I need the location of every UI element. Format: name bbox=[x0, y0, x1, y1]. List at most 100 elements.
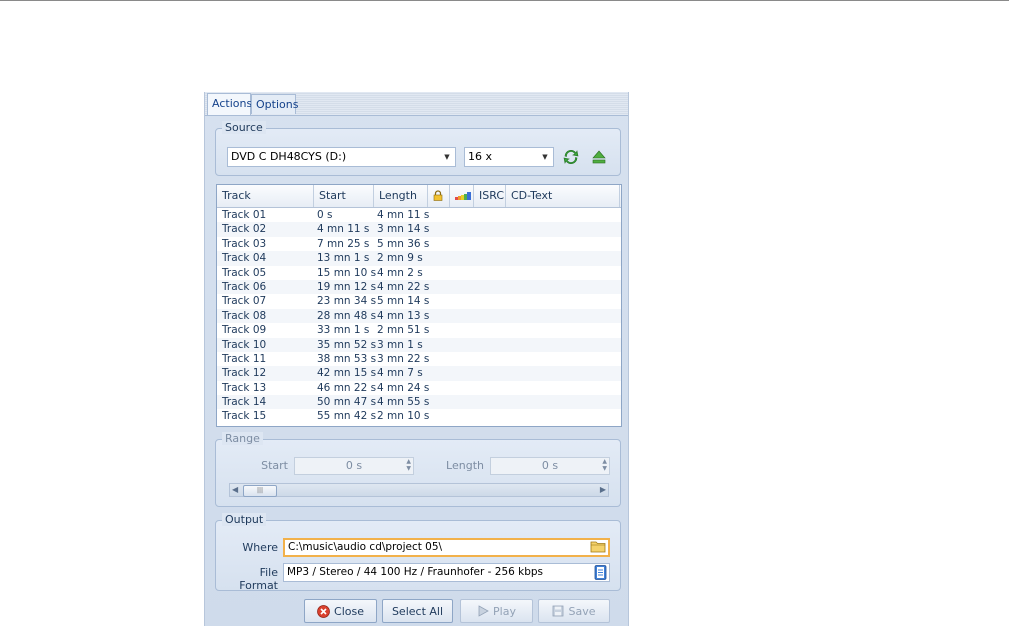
range-scrollbar[interactable]: ◀ ||| ▶ bbox=[229, 483, 609, 497]
table-row[interactable]: Track 02 4 mn 11 s 3 mn 14 s bbox=[217, 222, 621, 237]
volume-level-icon bbox=[455, 192, 471, 200]
table-row[interactable]: Track 15 55 mn 42 s2 mn 10 s bbox=[217, 409, 621, 423]
track-track-cell: Track 13 bbox=[222, 381, 267, 394]
save-button[interactable]: Save bbox=[538, 599, 610, 623]
track-track-cell: Track 03 bbox=[222, 237, 267, 250]
drive-select[interactable]: DVD C DH48CYS (D:) ▼ bbox=[227, 147, 456, 167]
select-all-button[interactable]: Select All bbox=[382, 599, 453, 623]
track-start-cell: 42 mn 15 s bbox=[317, 367, 377, 380]
track-start-cell: 0 s bbox=[317, 209, 333, 221]
speed-select[interactable]: 16 x ▼ bbox=[464, 147, 554, 167]
track-start-cell: 35 mn 52 s bbox=[317, 338, 377, 351]
where-input[interactable]: C:\music\audio cd\project 05\ bbox=[283, 538, 610, 557]
table-row[interactable]: Track 08 28 mn 48 s4 mn 13 s bbox=[217, 308, 621, 324]
where-label: Where bbox=[242, 541, 278, 554]
track-length-cell: 2 mn 10 s bbox=[377, 410, 430, 423]
play-icon bbox=[478, 605, 489, 617]
track-track-cell: Track 08 bbox=[222, 309, 267, 322]
column-header-track[interactable]: Track bbox=[217, 185, 314, 207]
table-row[interactable]: Track 06 19 mn 12 s4 mn 22 s bbox=[217, 279, 621, 295]
save-button-label: Save bbox=[568, 604, 596, 618]
track-start-cell: 46 mn 22 s bbox=[317, 381, 377, 394]
track-length-cell: 2 mn 9 s bbox=[377, 252, 423, 265]
column-header-isrc[interactable]: ISRC bbox=[474, 185, 506, 207]
track-length-cell: 4 mn 7 s bbox=[377, 367, 423, 380]
column-header-level[interactable] bbox=[450, 185, 474, 207]
table-row[interactable]: Track 09 33 mn 1 s 2 mn 51 s bbox=[217, 323, 621, 337]
track-track-cell: Track 12 bbox=[222, 367, 267, 380]
table-row[interactable]: Track 07 23 mn 34 s5 mn 14 s bbox=[217, 294, 621, 308]
range-length-spinner[interactable]: 0 s ▲ ▼ bbox=[490, 457, 610, 475]
track-track-cell: Track 07 bbox=[222, 295, 267, 308]
chevron-down-icon: ▼ bbox=[542, 153, 548, 161]
save-icon bbox=[553, 605, 564, 617]
table-row[interactable]: Track 04 13 mn 1 s 2 mn 9 s bbox=[217, 251, 621, 266]
tab-actions[interactable]: Actions bbox=[207, 93, 252, 115]
column-header-cd-text[interactable]: CD-Text bbox=[506, 185, 620, 207]
table-row[interactable]: Track 14 50 mn 47 s4 mn 55 s bbox=[217, 395, 621, 410]
scroll-right-icon[interactable]: ▶ bbox=[600, 484, 606, 496]
track-length-cell: 4 mn 24 s bbox=[377, 381, 430, 394]
track-start-cell: 13 mn 1 s bbox=[317, 252, 370, 265]
track-length-cell: 3 mn 1 s bbox=[377, 338, 423, 351]
table-row[interactable]: Track 05 15 mn 10 s4 mn 2 s bbox=[217, 266, 621, 280]
lock-icon bbox=[433, 190, 443, 201]
chevron-down-icon: ▼ bbox=[444, 153, 450, 161]
range-start-spinner[interactable]: 0 s ▲ ▼ bbox=[294, 457, 414, 475]
column-header-lock[interactable] bbox=[428, 185, 450, 207]
table-row[interactable]: Track 10 35 mn 52 s3 mn 1 s bbox=[217, 337, 621, 352]
ripper-panel: Actions Options Source DVD C DH48CYS (D:… bbox=[204, 92, 629, 626]
file-format-label: File Format bbox=[239, 566, 278, 592]
track-start-cell: 50 mn 47 s bbox=[317, 396, 377, 409]
track-start-cell: 4 mn 11 s bbox=[317, 223, 370, 236]
source-group-title: Source bbox=[222, 121, 266, 134]
column-header-start[interactable]: Start bbox=[314, 185, 374, 207]
track-table[interactable]: Track Start Length ISRC CD-Text Track 01… bbox=[216, 184, 622, 427]
scroll-left-icon[interactable]: ◀ bbox=[232, 484, 238, 496]
drive-select-value: DVD C DH48CYS (D:) bbox=[231, 150, 347, 163]
output-group: Output Where C:\music\audio cd\project 0… bbox=[215, 513, 621, 592]
close-button[interactable]: Close bbox=[304, 599, 377, 623]
table-row[interactable]: Track 03 7 mn 25 s 5 mn 36 s bbox=[217, 237, 621, 251]
table-row[interactable]: Track 01 0 s 4 mn 11 s bbox=[217, 208, 621, 222]
table-row[interactable]: Track 11 38 mn 53 s3 mn 22 s bbox=[217, 352, 621, 366]
scroll-thumb[interactable]: ||| bbox=[243, 485, 277, 497]
track-table-body: Track 01 0 s 4 mn 11 s Track 02 4 mn 11 s 3 m… bbox=[217, 208, 621, 424]
table-row[interactable]: Track 12 42 mn 15 s4 mn 7 s bbox=[217, 366, 621, 381]
track-start-cell: 7 mn 25 s bbox=[317, 237, 370, 250]
eject-icon bbox=[592, 150, 606, 164]
close-button-label: Close bbox=[334, 604, 364, 618]
range-start-label: Start bbox=[261, 459, 288, 472]
track-start-cell: 15 mn 10 s bbox=[317, 266, 377, 279]
track-track-cell: Track 10 bbox=[222, 338, 267, 351]
refresh-button[interactable] bbox=[560, 146, 582, 168]
play-button[interactable]: Play bbox=[460, 599, 533, 623]
spinner-arrows-icon: ▲ ▼ bbox=[406, 458, 411, 472]
play-button-label: Play bbox=[493, 604, 516, 618]
range-group-title: Range bbox=[222, 432, 263, 445]
range-group: Range Start 0 s ▲ ▼ Length 0 s ▲ ▼ ◀ ||| ▶ bbox=[215, 432, 621, 507]
track-length-cell: 5 mn 36 s bbox=[377, 237, 430, 250]
file-format-selector[interactable]: MP3 / Stereo / 44 100 Hz / Fraunhofer - … bbox=[283, 563, 610, 582]
eject-button[interactable] bbox=[588, 146, 610, 168]
track-track-cell: Track 14 bbox=[222, 396, 267, 409]
track-track-cell: Track 09 bbox=[222, 324, 267, 337]
folder-icon[interactable] bbox=[590, 540, 606, 553]
where-value: C:\music\audio cd\project 05\ bbox=[288, 541, 443, 553]
speed-select-value: 16 x bbox=[468, 150, 493, 163]
settings-book-icon[interactable] bbox=[594, 565, 607, 580]
track-start-cell: 23 mn 34 s bbox=[317, 295, 377, 308]
window-top-border bbox=[0, 0, 1009, 1]
track-start-cell: 19 mn 12 s bbox=[317, 280, 377, 293]
track-length-cell: 3 mn 22 s bbox=[377, 352, 430, 365]
track-table-header: Track Start Length ISRC CD-Text bbox=[217, 185, 621, 208]
track-track-cell: Track 11 bbox=[222, 352, 267, 365]
tab-strip: Actions Options bbox=[205, 92, 628, 116]
column-header-length[interactable]: Length bbox=[374, 185, 428, 207]
tab-options[interactable]: Options bbox=[251, 94, 298, 114]
track-start-cell: 28 mn 48 s bbox=[317, 309, 377, 322]
track-track-cell: Track 04 bbox=[222, 252, 267, 265]
track-length-cell: 4 mn 13 s bbox=[377, 309, 430, 322]
table-row[interactable]: Track 13 46 mn 22 s4 mn 24 s bbox=[217, 381, 621, 395]
track-length-cell: 5 mn 14 s bbox=[377, 295, 430, 308]
